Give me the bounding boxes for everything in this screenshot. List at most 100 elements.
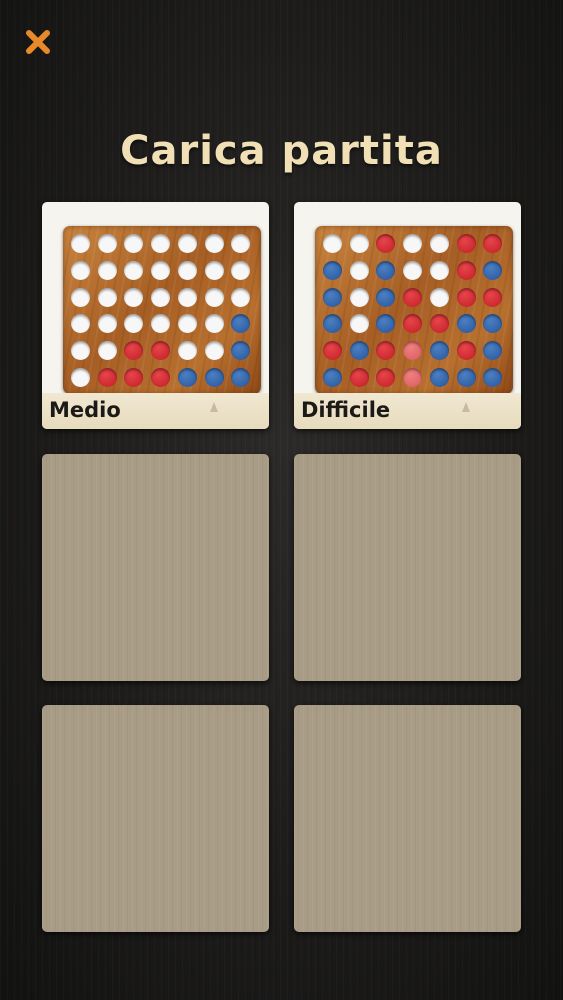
blue-disc <box>483 314 503 334</box>
red-disc <box>151 368 171 387</box>
empty-hole <box>151 287 171 307</box>
empty-hole <box>124 234 144 253</box>
blue-disc <box>483 341 503 361</box>
empty-hole <box>124 260 144 280</box>
empty-hole <box>204 234 224 253</box>
close-x-icon <box>26 30 50 54</box>
empty-hole <box>349 260 369 280</box>
blue-disc <box>323 368 342 387</box>
empty-hole <box>124 314 144 334</box>
empty-save-slot-3[interactable] <box>42 454 269 681</box>
empty-hole <box>429 234 449 253</box>
game-board-preview <box>315 226 513 394</box>
empty-hole <box>231 260 251 280</box>
empty-hole <box>429 287 449 307</box>
empty-hole <box>151 234 171 253</box>
empty-hole <box>429 260 449 280</box>
empty-hole <box>71 314 90 334</box>
empty-hole <box>177 287 197 307</box>
blue-disc <box>231 314 251 334</box>
red-disc <box>483 234 503 253</box>
empty-hole <box>403 234 423 253</box>
slot-caption: Medio <box>42 393 269 429</box>
blue-disc <box>323 314 342 334</box>
red-disc <box>456 287 476 307</box>
empty-hole <box>177 234 197 253</box>
empty-hole <box>151 314 171 334</box>
blue-disc <box>376 260 396 280</box>
blue-disc <box>231 341 251 361</box>
slot-caption: Difficile <box>294 393 521 429</box>
red-disc <box>403 368 423 387</box>
red-disc <box>403 287 423 307</box>
empty-hole <box>97 287 117 307</box>
empty-hole <box>97 260 117 280</box>
empty-save-slot-6[interactable] <box>294 705 521 932</box>
blue-disc <box>349 341 369 361</box>
empty-hole <box>97 341 117 361</box>
red-disc <box>456 234 476 253</box>
red-disc <box>349 368 369 387</box>
blue-disc <box>376 314 396 334</box>
empty-hole <box>349 287 369 307</box>
empty-hole <box>71 287 90 307</box>
save-slot-2[interactable]: Difficile <box>294 202 521 429</box>
empty-hole <box>349 314 369 334</box>
empty-hole <box>71 368 90 387</box>
page-title: Carica partita <box>120 128 443 174</box>
marker-icon <box>462 402 470 412</box>
blue-disc <box>376 287 396 307</box>
marker-icon <box>210 402 218 412</box>
empty-hole <box>204 287 224 307</box>
red-disc <box>151 341 171 361</box>
empty-hole <box>151 260 171 280</box>
blue-disc <box>177 368 197 387</box>
red-disc <box>376 234 396 253</box>
empty-save-slot-4[interactable] <box>294 454 521 681</box>
empty-hole <box>349 234 369 253</box>
empty-save-slot-5[interactable] <box>42 705 269 932</box>
red-disc <box>403 314 423 334</box>
close-button[interactable] <box>22 26 54 58</box>
empty-hole <box>231 234 251 253</box>
difficulty-label: Medio <box>49 398 121 422</box>
red-disc <box>376 368 396 387</box>
red-disc <box>403 341 423 361</box>
blue-disc <box>429 341 449 361</box>
game-board-preview <box>63 226 261 394</box>
empty-hole <box>204 341 224 361</box>
red-disc <box>429 314 449 334</box>
blue-disc <box>429 368 449 387</box>
empty-hole <box>71 341 90 361</box>
blue-disc <box>204 368 224 387</box>
empty-hole <box>177 260 197 280</box>
blue-disc <box>456 368 476 387</box>
empty-hole <box>323 234 342 253</box>
red-disc <box>124 368 144 387</box>
empty-hole <box>177 341 197 361</box>
blue-disc <box>483 368 503 387</box>
empty-hole <box>71 260 90 280</box>
red-disc <box>97 368 117 387</box>
red-disc <box>376 341 396 361</box>
blue-disc <box>323 260 342 280</box>
empty-hole <box>177 314 197 334</box>
empty-hole <box>71 234 90 253</box>
empty-hole <box>97 314 117 334</box>
empty-hole <box>124 287 144 307</box>
red-disc <box>323 341 342 361</box>
difficulty-label: Difficile <box>301 398 391 422</box>
empty-hole <box>97 234 117 253</box>
empty-hole <box>204 314 224 334</box>
red-disc <box>456 341 476 361</box>
red-disc <box>124 341 144 361</box>
empty-hole <box>231 287 251 307</box>
blue-disc <box>483 260 503 280</box>
empty-hole <box>204 260 224 280</box>
blue-disc <box>456 314 476 334</box>
save-slot-1[interactable]: Medio <box>42 202 269 429</box>
blue-disc <box>323 287 342 307</box>
red-disc <box>456 260 476 280</box>
empty-hole <box>403 260 423 280</box>
red-disc <box>483 287 503 307</box>
